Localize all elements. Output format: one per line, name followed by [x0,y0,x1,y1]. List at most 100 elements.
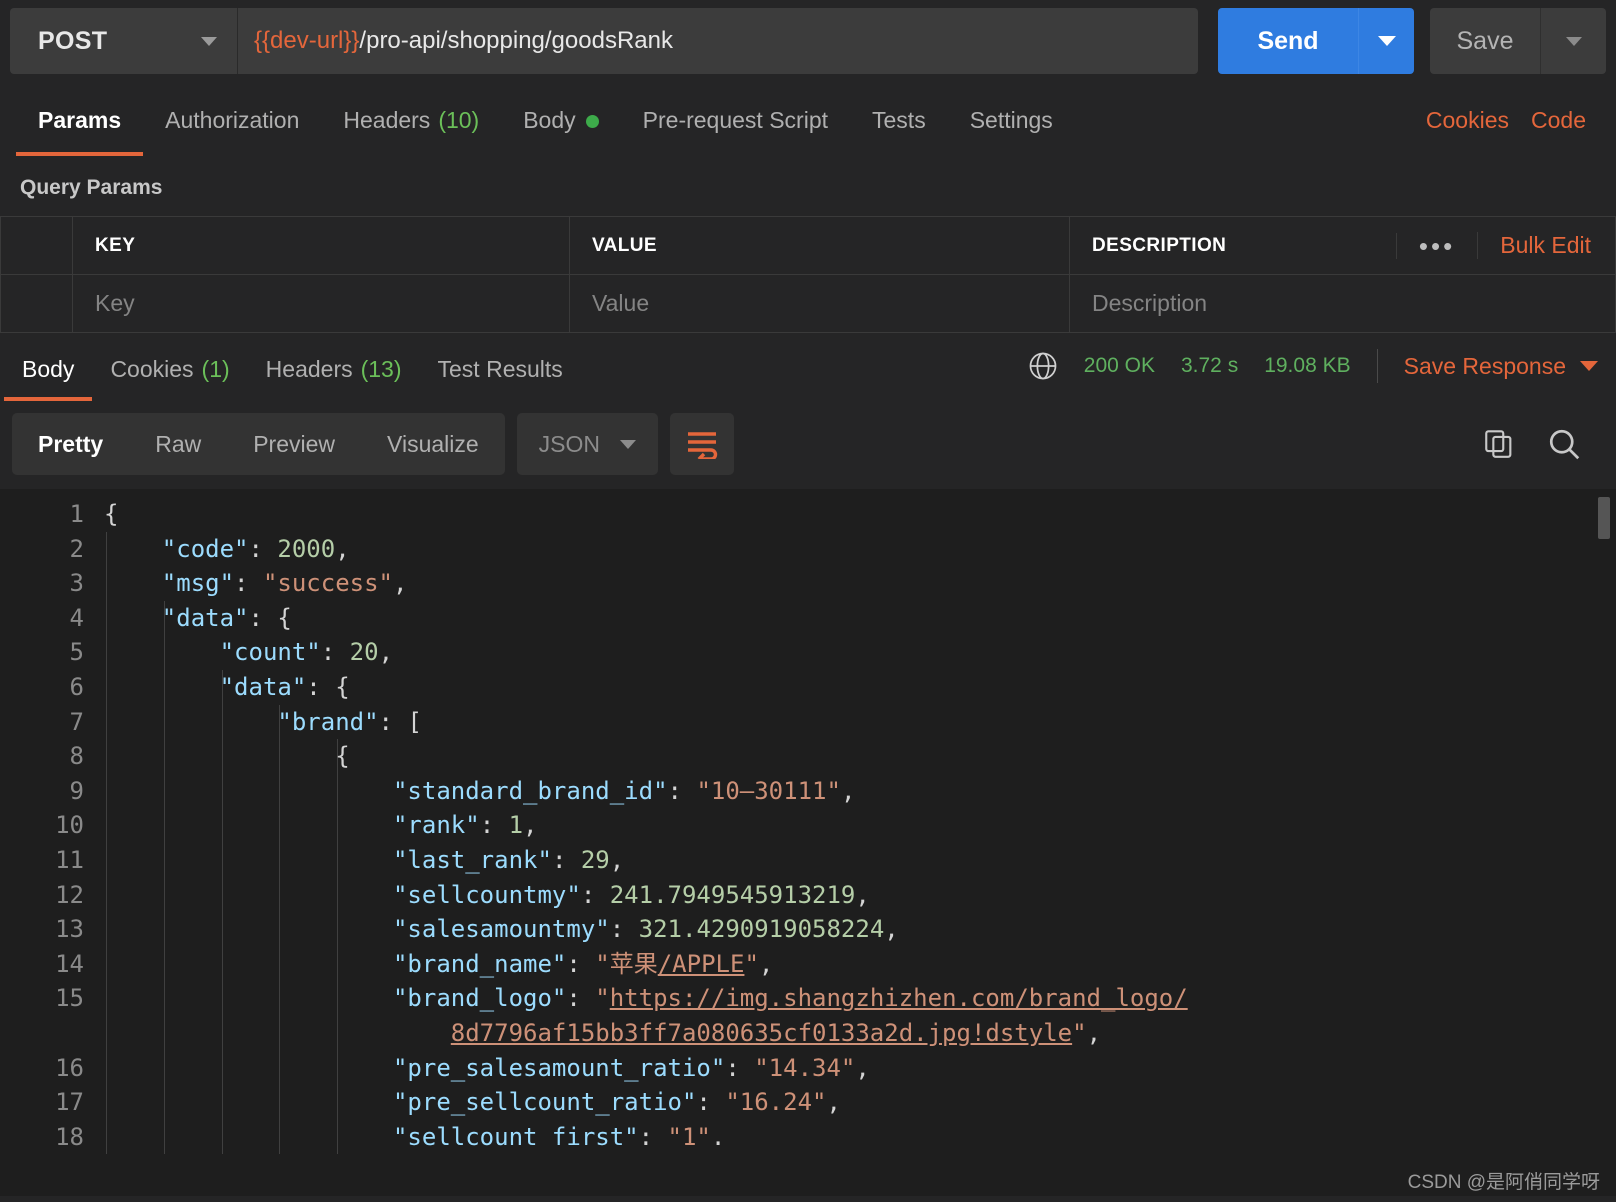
copy-icon[interactable] [1482,427,1516,461]
response-tab-cookies[interactable]: Cookies (1) [92,356,247,401]
postman-window: POST {{dev-url}}/pro-api/shopping/goodsR… [0,0,1616,1202]
line-number: 6 [69,672,84,701]
cookies-link[interactable]: Cookies [1426,107,1509,134]
code-line[interactable]: "count": 20, [104,635,1616,670]
divider [1376,349,1378,383]
code-token: 20 [349,638,379,667]
vertical-scrollbar[interactable] [1598,497,1610,539]
code-token: "brand" [277,707,379,736]
tab-headers[interactable]: Headers (10) [321,107,501,156]
tab-label: Pre-request Script [642,107,829,133]
chevron-down-icon [201,36,217,46]
value-input-placeholder: Value [592,290,650,316]
code-line[interactable]: "data": { [104,670,1616,705]
chevron-down-icon [1377,36,1396,46]
view-visualize[interactable]: Visualize [361,431,505,458]
description-input-placeholder: Description [1092,290,1208,316]
code-line[interactable]: "sellcount first": "1". [104,1120,1616,1155]
line-number: 10 [55,811,84,840]
code-token: "10–30111" [696,776,841,805]
code-link[interactable]: /APPLE [658,950,745,978]
tab-settings[interactable]: Settings [948,107,1075,156]
column-header-label: KEY [95,234,136,256]
code-line[interactable]: "brand_logo": "https://img.shangzhizhen.… [104,981,1616,1016]
code-token: , [840,776,856,805]
editor-actions [1482,426,1600,462]
body-present-dot-icon [585,115,599,129]
code-token: "data" [219,672,307,701]
code-line[interactable]: { [104,497,1616,532]
http-method-selector[interactable]: POST [10,8,238,74]
line-number: 8 [69,742,84,771]
code-token: " [1072,1018,1087,1047]
code-line[interactable]: "sellcountmy": 241.7949545913219, [104,878,1616,913]
code-line[interactable]: "last_rank": 29, [104,843,1616,878]
response-tab-body[interactable]: Body [4,356,93,401]
code-token: , [335,534,350,563]
view-raw[interactable]: Raw [129,431,227,458]
tab-pre-request-script[interactable]: Pre-request Script [621,107,850,156]
description-cell[interactable]: Description [1069,274,1616,333]
view-preview[interactable]: Preview [227,431,361,458]
code-token: " [744,949,759,978]
code-token: { [104,500,119,528]
code-line[interactable]: "pre_sellcount_ratio": "16.24", [104,1085,1616,1120]
save-options-button[interactable] [1540,8,1606,74]
send-options-button[interactable] [1358,8,1414,74]
code-line[interactable]: "code": 2000, [104,532,1616,567]
code-line[interactable]: "brand_name": "苹果/APPLE", [104,947,1616,982]
chevron-down-icon [620,439,637,449]
code-token: "sellcountmy" [392,880,581,909]
tab-label: Authorization [165,107,300,133]
view-mode-group: Pretty Raw Preview Visualize [12,413,505,475]
code-token: , [855,880,870,909]
code-line[interactable]: "data": { [104,601,1616,636]
code-line[interactable]: "brand": [ [104,705,1616,740]
code-token: : [696,1088,726,1117]
row-checkbox-cell [0,216,73,275]
code-token: , [523,811,538,840]
table-header-row: KEY VALUE DESCRIPTION ••• Bulk Edit [0,216,1616,275]
view-pretty[interactable]: Pretty [12,431,129,458]
status-code: 200 OK [1083,354,1155,377]
code-line[interactable]: "salesamountmy": 321.4290919058224, [104,912,1616,947]
request-tabs: Params Authorization Headers (10) Body Pr… [0,84,1616,156]
response-tab-headers[interactable]: Headers (13) [248,356,420,401]
value-cell[interactable]: Value [569,274,1070,333]
response-body-editor[interactable]: 1 2 3 4 5 6 7 8 9 10 11 12 13 14 15 16 17 18 { "code": 20… [0,489,1616,1196]
code-link[interactable]: 8d7796af15bb3ff7a080635cf0133a2d.jpg!dst… [451,1019,1072,1047]
code-link[interactable]: https://img.shangzhizhen.com/brand_logo/ [610,984,1188,1012]
row-checkbox-cell[interactable] [0,274,73,333]
code-token: , [393,569,408,598]
more-options-icon[interactable]: ••• [1395,232,1477,259]
tab-params[interactable]: Params [16,107,144,156]
tab-authorization[interactable]: Authorization [143,107,321,156]
code-token: : [479,811,509,840]
format-selector[interactable]: JSON [516,413,659,475]
tab-body[interactable]: Body [501,107,620,156]
save-response-button[interactable]: Save Response [1404,353,1598,380]
wrap-lines-icon [688,432,718,459]
code-line[interactable]: { [104,739,1616,774]
response-body-toolbar: Pretty Raw Preview Visualize JSON [0,401,1616,489]
key-cell[interactable]: Key [72,274,570,333]
response-tab-test-results[interactable]: Test Results [420,356,581,401]
code-line[interactable]: "standard_brand_id": "10–30111", [104,774,1616,809]
url-input[interactable]: {{dev-url}}/pro-api/shopping/goodsRank [238,8,1198,74]
search-icon[interactable] [1546,426,1582,462]
code-link[interactable]: Code [1531,107,1586,134]
save-button[interactable]: Save [1430,8,1540,74]
code-line[interactable]: "pre_salesamount_ratio": "14.34", [104,1051,1616,1086]
code-line[interactable]: "msg": "success", [104,566,1616,601]
code-line[interactable]: 8d7796af15bb3ff7a080635cf0133a2d.jpg!dst… [104,1016,1616,1051]
wrap-lines-button[interactable] [670,413,735,475]
globe-icon[interactable] [1028,351,1058,381]
bulk-edit-button[interactable]: Bulk Edit [1477,232,1615,259]
tab-tests[interactable]: Tests [850,107,948,156]
code-token: : [566,949,596,978]
code-content[interactable]: { "code": 2000, "msg": "success", "data"… [104,489,1616,1196]
code-line[interactable]: "rank": 1, [104,808,1616,843]
tab-label: Headers [343,107,431,133]
code-token: "standard_brand_id" [392,776,668,805]
send-button[interactable]: Send [1218,8,1358,74]
